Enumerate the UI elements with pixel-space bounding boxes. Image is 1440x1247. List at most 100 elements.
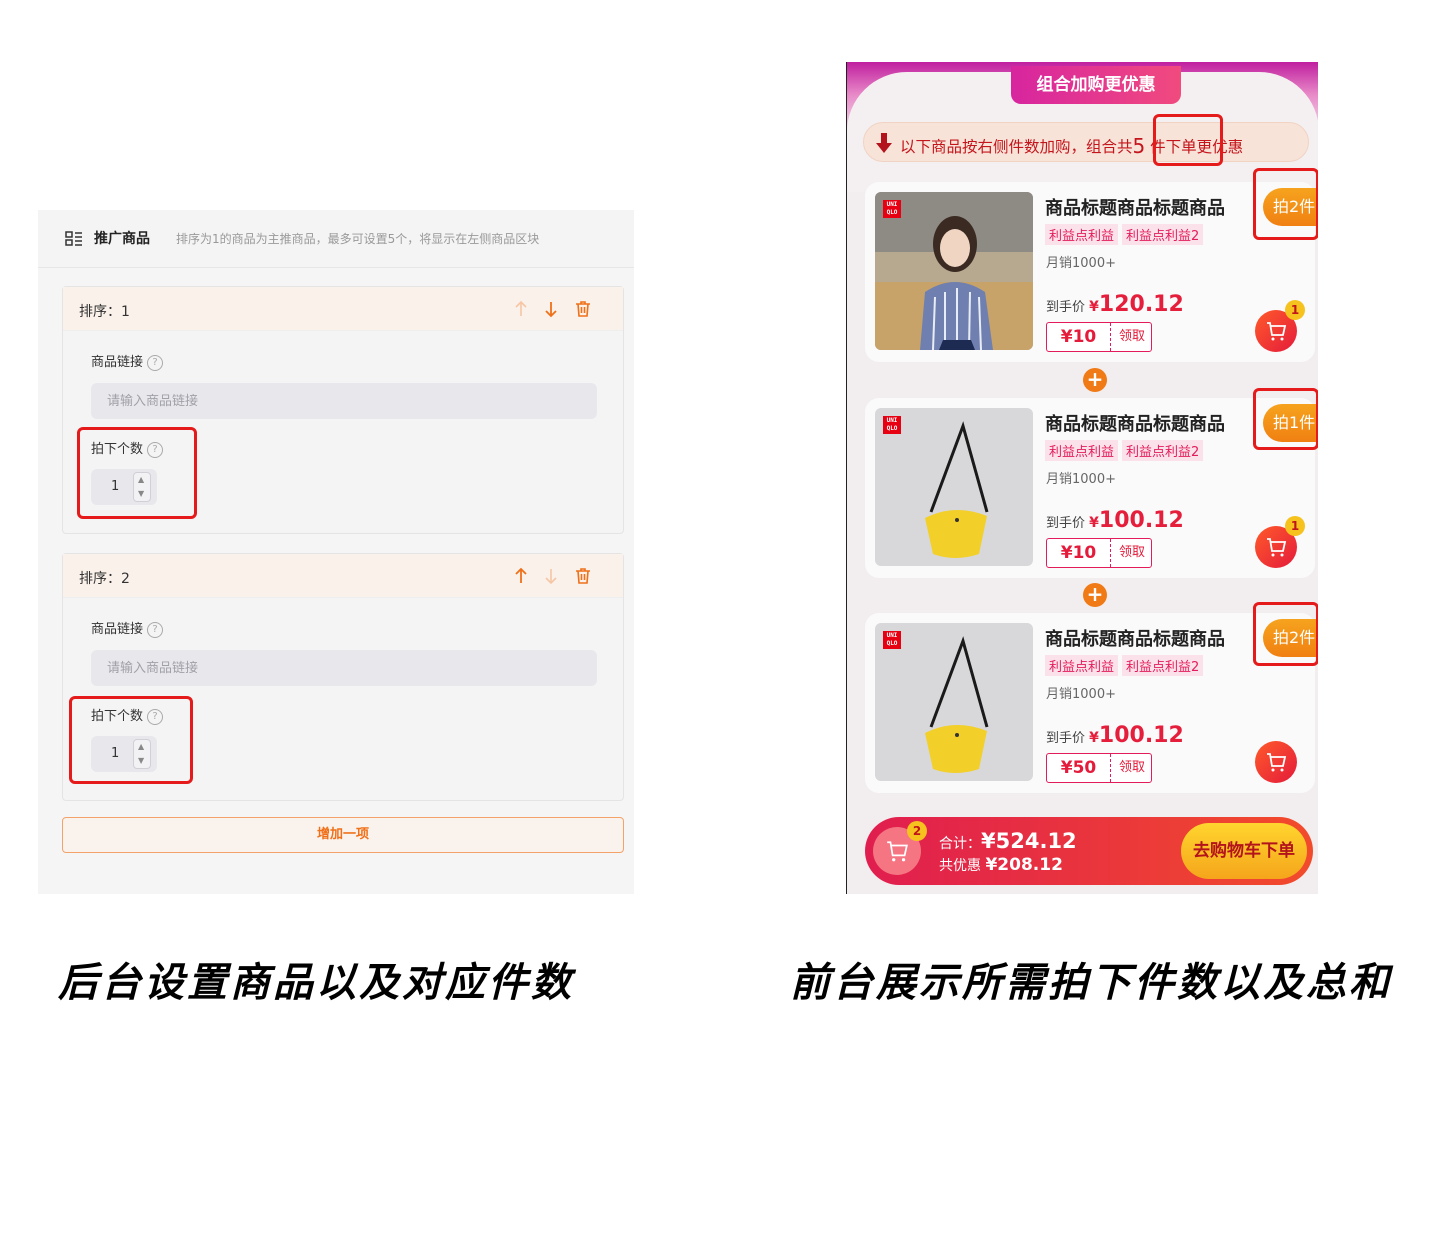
arrow-down-icon (876, 133, 892, 153)
benefit-tag: 利益点利益2 (1122, 655, 1204, 676)
brand-logo: UNI QLO (883, 631, 901, 649)
benefit-tag: 利益点利益2 (1122, 224, 1204, 245)
claim-coupon-button[interactable]: 领取 (1113, 539, 1151, 567)
product-card[interactable]: UNI QLO 商品标题商品标题商品 利益点利益 利益点利益2 月销1000+ 到… (865, 398, 1318, 578)
add-to-cart-button[interactable] (1255, 741, 1297, 783)
link-label-text: 商品链接 (91, 622, 144, 637)
coupon[interactable]: ¥50 领取 (1046, 753, 1152, 783)
checkout-button[interactable]: 去购物车下单 (1181, 823, 1307, 879)
benefit-tags: 利益点利益 利益点利益2 (1045, 224, 1207, 245)
price-value: 100.12 (1098, 723, 1184, 748)
section-title: 推广商品 (94, 231, 150, 247)
section-description: 排序为1的商品为主推商品，最多可设置5个，将显示在左侧商品区块 (176, 232, 540, 246)
checkout-bar: 2 合计：¥524.12 共优惠 ¥208.12 去购物车下单 (865, 817, 1313, 885)
total-discount: 共优惠 ¥208.12 (939, 855, 1063, 875)
highlight-box (69, 696, 193, 784)
plus-icon: + (1083, 368, 1107, 392)
price-value: 120.12 (1098, 292, 1184, 317)
coupon[interactable]: ¥10 领取 (1046, 538, 1152, 568)
claim-coupon-button[interactable]: 领取 (1113, 754, 1151, 782)
add-item-button[interactable]: 增加一项 (62, 817, 624, 853)
product-image-bag[interactable]: UNI QLO (875, 623, 1033, 781)
discount-label: 共优惠 (939, 858, 981, 874)
coupon-amount: ¥10 (1047, 539, 1111, 567)
promo-notice: 以下商品按右侧件数加购，组合共5 件下单更优惠 (863, 122, 1309, 162)
cart-button[interactable]: 2 (873, 821, 927, 875)
coupon[interactable]: ¥10 领取 (1046, 322, 1152, 352)
caption-left: 后台设置商品以及对应件数 (58, 960, 574, 1006)
product-title[interactable]: 商品标题商品标题商品 (1045, 625, 1225, 651)
help-icon[interactable]: ? (147, 354, 164, 371)
price-value: 100.12 (1098, 508, 1184, 533)
card-header: 排序：1 (63, 287, 623, 331)
discount-amount: 208.12 (997, 855, 1063, 875)
admin-header: 推广商品 排序为1的商品为主推商品，最多可设置5个，将显示在左侧商品区块 (38, 210, 634, 268)
move-down-icon[interactable] (541, 566, 561, 586)
total-label: 合计： (939, 836, 981, 852)
product-link-input[interactable] (91, 650, 597, 686)
product-card[interactable]: UNI QLO 商品标题商品标题商品 利益点利益 利益点利益2 月销1000+ 到… (865, 613, 1318, 793)
notice-count: 5 (1132, 134, 1146, 158)
benefit-tag: 利益点利益 (1045, 224, 1119, 245)
sort-label: 排序：2 (79, 571, 130, 587)
product-image-model[interactable]: UNI QLO (875, 192, 1033, 350)
benefit-tag: 利益点利益 (1045, 440, 1119, 461)
coupon-amount: ¥10 (1047, 323, 1111, 351)
link-label: 商品链接? (91, 618, 164, 638)
cart-icon (1267, 538, 1287, 557)
link-label: 商品链接? (91, 351, 164, 371)
caption-right: 前台展示所需拍下件数以及总和 (790, 960, 1392, 1006)
move-up-icon[interactable] (511, 299, 531, 319)
highlight-box (1253, 602, 1318, 666)
product-card-1: 排序：1 商品链接? 拍下个数? 1 ▲ ▼ (62, 286, 624, 534)
product-card-2: 排序：2 商品链接? 拍下个数? 1 ▲ ▼ (62, 553, 624, 801)
add-to-cart-button[interactable]: 1 (1255, 516, 1305, 568)
mobile-preview: 组合加购更优惠 以下商品按右侧件数加购，组合共5 件下单更优惠 UNI QLO … (846, 62, 1318, 894)
cart-icon (887, 841, 908, 862)
product-title[interactable]: 商品标题商品标题商品 (1045, 194, 1225, 220)
move-up-icon[interactable] (511, 566, 531, 586)
cart-count-badge: 1 (1285, 300, 1305, 320)
total-amount: 524.12 (995, 829, 1077, 853)
highlight-box (1253, 168, 1318, 240)
delete-icon[interactable] (573, 566, 593, 586)
monthly-sales: 月销1000+ (1046, 472, 1116, 487)
brand-logo: UNI QLO (883, 200, 901, 218)
currency: ¥ (1089, 299, 1099, 315)
help-icon[interactable]: ? (147, 621, 164, 638)
list-icon (65, 231, 82, 246)
price-label: 到手价 (1046, 300, 1086, 315)
move-down-icon[interactable] (541, 299, 561, 319)
monthly-sales: 月销1000+ (1046, 687, 1116, 702)
cart-count-badge: 1 (1285, 516, 1305, 536)
link-label-text: 商品链接 (91, 355, 144, 370)
final-price: 到手价 ¥100.12 (1046, 508, 1184, 533)
benefit-tags: 利益点利益 利益点利益2 (1045, 440, 1207, 461)
final-price: 到手价 ¥100.12 (1046, 723, 1184, 748)
total-price: 合计：¥524.12 (939, 829, 1077, 853)
discount-currency: ¥ (985, 855, 998, 875)
currency: ¥ (1089, 730, 1099, 746)
brand-logo: UNI QLO (883, 416, 901, 434)
currency: ¥ (1089, 515, 1099, 531)
claim-coupon-button[interactable]: 领取 (1113, 323, 1151, 351)
delete-icon[interactable] (573, 299, 593, 319)
plus-icon: + (1083, 583, 1107, 607)
admin-panel: 推广商品 排序为1的商品为主推商品，最多可设置5个，将显示在左侧商品区块 排序：… (38, 210, 634, 894)
highlight-box (77, 427, 197, 519)
cart-count-badge: 2 (907, 821, 927, 841)
benefit-tags: 利益点利益 利益点利益2 (1045, 655, 1207, 676)
final-price: 到手价 ¥120.12 (1046, 292, 1184, 317)
product-image-bag[interactable]: UNI QLO (875, 408, 1033, 566)
notice-text-before: 以下商品按右侧件数加购，组合共 (900, 138, 1133, 156)
price-label: 到手价 (1046, 516, 1086, 531)
product-link-input[interactable] (91, 383, 597, 419)
highlight-box (1153, 114, 1223, 166)
price-label: 到手价 (1046, 731, 1086, 746)
benefit-tag: 利益点利益2 (1122, 440, 1204, 461)
card-header: 排序：2 (63, 554, 623, 598)
product-card[interactable]: UNI QLO 商品标题商品标题商品 利益点利益 利益点利益2 月销1000+ 到… (865, 182, 1318, 362)
product-title[interactable]: 商品标题商品标题商品 (1045, 410, 1225, 436)
coupon-amount: ¥50 (1047, 754, 1111, 782)
add-to-cart-button[interactable]: 1 (1255, 300, 1305, 352)
